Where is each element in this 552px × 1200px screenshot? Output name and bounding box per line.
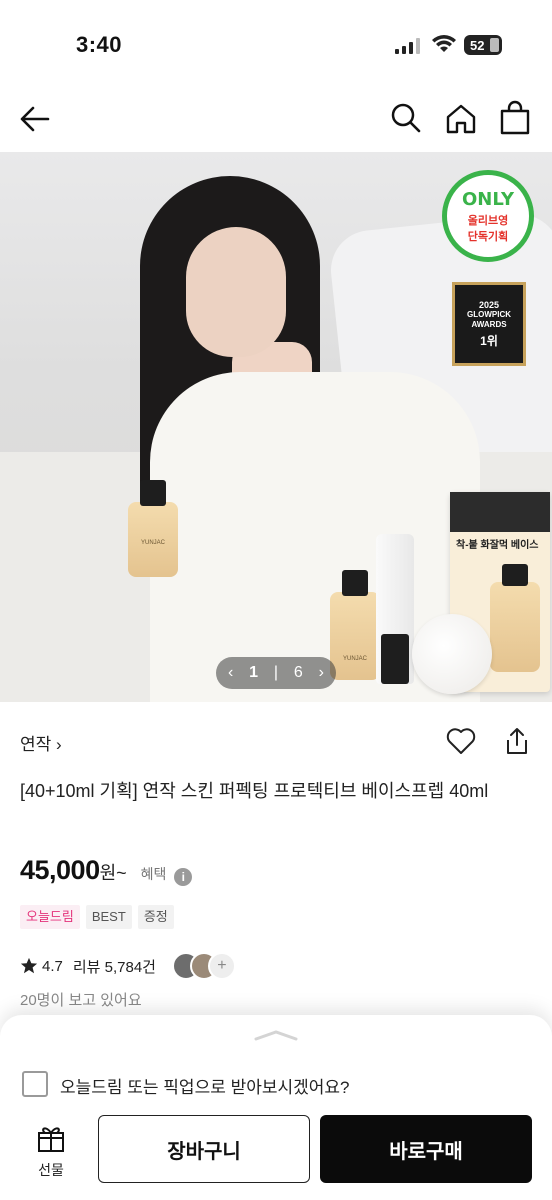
heart-icon[interactable] [446, 727, 476, 755]
gift-icon [38, 1127, 64, 1152]
award-name: GLOWPICK [467, 309, 511, 319]
product-tube [376, 534, 414, 684]
review-avatars[interactable]: + [171, 952, 252, 980]
tag-today-delivery: 오늘드림 [20, 905, 80, 929]
viewing-count: 20명이 보고 있어요 [20, 992, 142, 1009]
product-image-carousel[interactable]: ONLY 올리브영 단독기획 2025 GLOWPICK AWARDS 1위 Y… [0, 152, 552, 702]
model-face [186, 227, 286, 357]
brand-name: 연작 [20, 735, 52, 754]
pager-total: 6 [293, 664, 303, 681]
cellular-signal-icon [395, 38, 420, 54]
purchase-bottom-sheet: 오늘드림 또는 픽업으로 받아보시겠어요? 선물 장바구니 바로구매 [0, 1015, 552, 1200]
pager-next-icon[interactable]: › [319, 664, 324, 682]
badge-only-text: ONLY [461, 188, 515, 210]
product-tags: 오늘드림 BEST 증정 [20, 905, 174, 929]
benefit-label: 혜택 [140, 866, 167, 882]
status-time: 3:40 [76, 32, 123, 57]
status-bar: 3:40 52 [0, 0, 552, 90]
chevron-up-icon[interactable] [252, 1029, 300, 1041]
price-unit: 원~ [99, 863, 127, 883]
product-puff [412, 614, 492, 694]
only-oliveyoung-badge: ONLY 올리브영 단독기획 [442, 170, 534, 262]
shopping-bag-icon[interactable] [498, 100, 532, 136]
badge-only-store: 올리브영 [467, 214, 509, 227]
review-count: 리뷰 5,784건 [72, 958, 156, 976]
battery-icon: 52 [464, 35, 502, 55]
award-type: AWARDS [471, 319, 507, 329]
battery-fill [490, 38, 499, 52]
search-icon[interactable] [390, 102, 422, 134]
product-bottle: YUNJAC [330, 570, 380, 680]
award-year: 2025 [478, 299, 500, 310]
gift-label: 선물 [38, 1162, 64, 1178]
chevron-right-icon: › [56, 735, 62, 754]
battery-level: 52 [470, 37, 485, 53]
gift-button[interactable]: 선물 [24, 1123, 78, 1183]
share-icon[interactable] [504, 726, 530, 756]
carousel-pager: ‹ 1 | 6 › [216, 657, 336, 689]
top-nav [0, 90, 552, 150]
back-arrow-icon[interactable] [18, 102, 52, 136]
price-row: 45,000 원~ 혜택 i [20, 855, 193, 895]
info-icon: i [174, 868, 193, 886]
badge-only-exclusive: 단독기획 [467, 230, 509, 243]
wifi-icon [432, 35, 456, 52]
rating-value: 4.7 [42, 957, 63, 975]
price: 45,000 [20, 855, 100, 885]
box-headline: 착-붙 화잘먹 베이스 [456, 540, 539, 551]
home-icon[interactable] [444, 102, 478, 136]
tag-gift: 증정 [137, 905, 174, 929]
buy-now-button[interactable]: 바로구매 [320, 1115, 532, 1183]
glowpick-award-badge: 2025 GLOWPICK AWARDS 1위 [452, 282, 526, 366]
box-bottle [490, 564, 540, 672]
delivery-option-label[interactable]: 오늘드림 또는 픽업으로 받아보시겠어요? [60, 1073, 350, 1098]
box-header [450, 492, 550, 532]
benefit-button[interactable]: 혜택 i [140, 864, 193, 886]
plus-icon: + [207, 952, 236, 980]
product-bottle-small: YUNJAC [128, 480, 178, 577]
star-icon [20, 957, 38, 974]
award-rank: 1위 [480, 333, 498, 348]
brand-row: 연작 › [20, 724, 532, 760]
tag-best: BEST [85, 905, 132, 929]
pager-current: 1 [249, 664, 259, 681]
bottle-brand-label: YUNJAC [342, 656, 367, 662]
pager-separator: | [273, 664, 279, 681]
pager-prev-icon[interactable]: ‹ [228, 664, 233, 682]
delivery-option-checkbox[interactable] [22, 1071, 48, 1097]
add-to-cart-button[interactable]: 장바구니 [98, 1115, 310, 1183]
review-row[interactable]: 4.7 리뷰 5,784건 + [20, 952, 252, 980]
product-title: [40+10ml 기획] 연작 스킨 퍼펙팅 프로텍티브 베이스프렙 40ml [20, 781, 489, 801]
bottle-brand-label: YUNJAC [140, 540, 165, 546]
brand-link[interactable]: 연작 › [20, 730, 62, 755]
